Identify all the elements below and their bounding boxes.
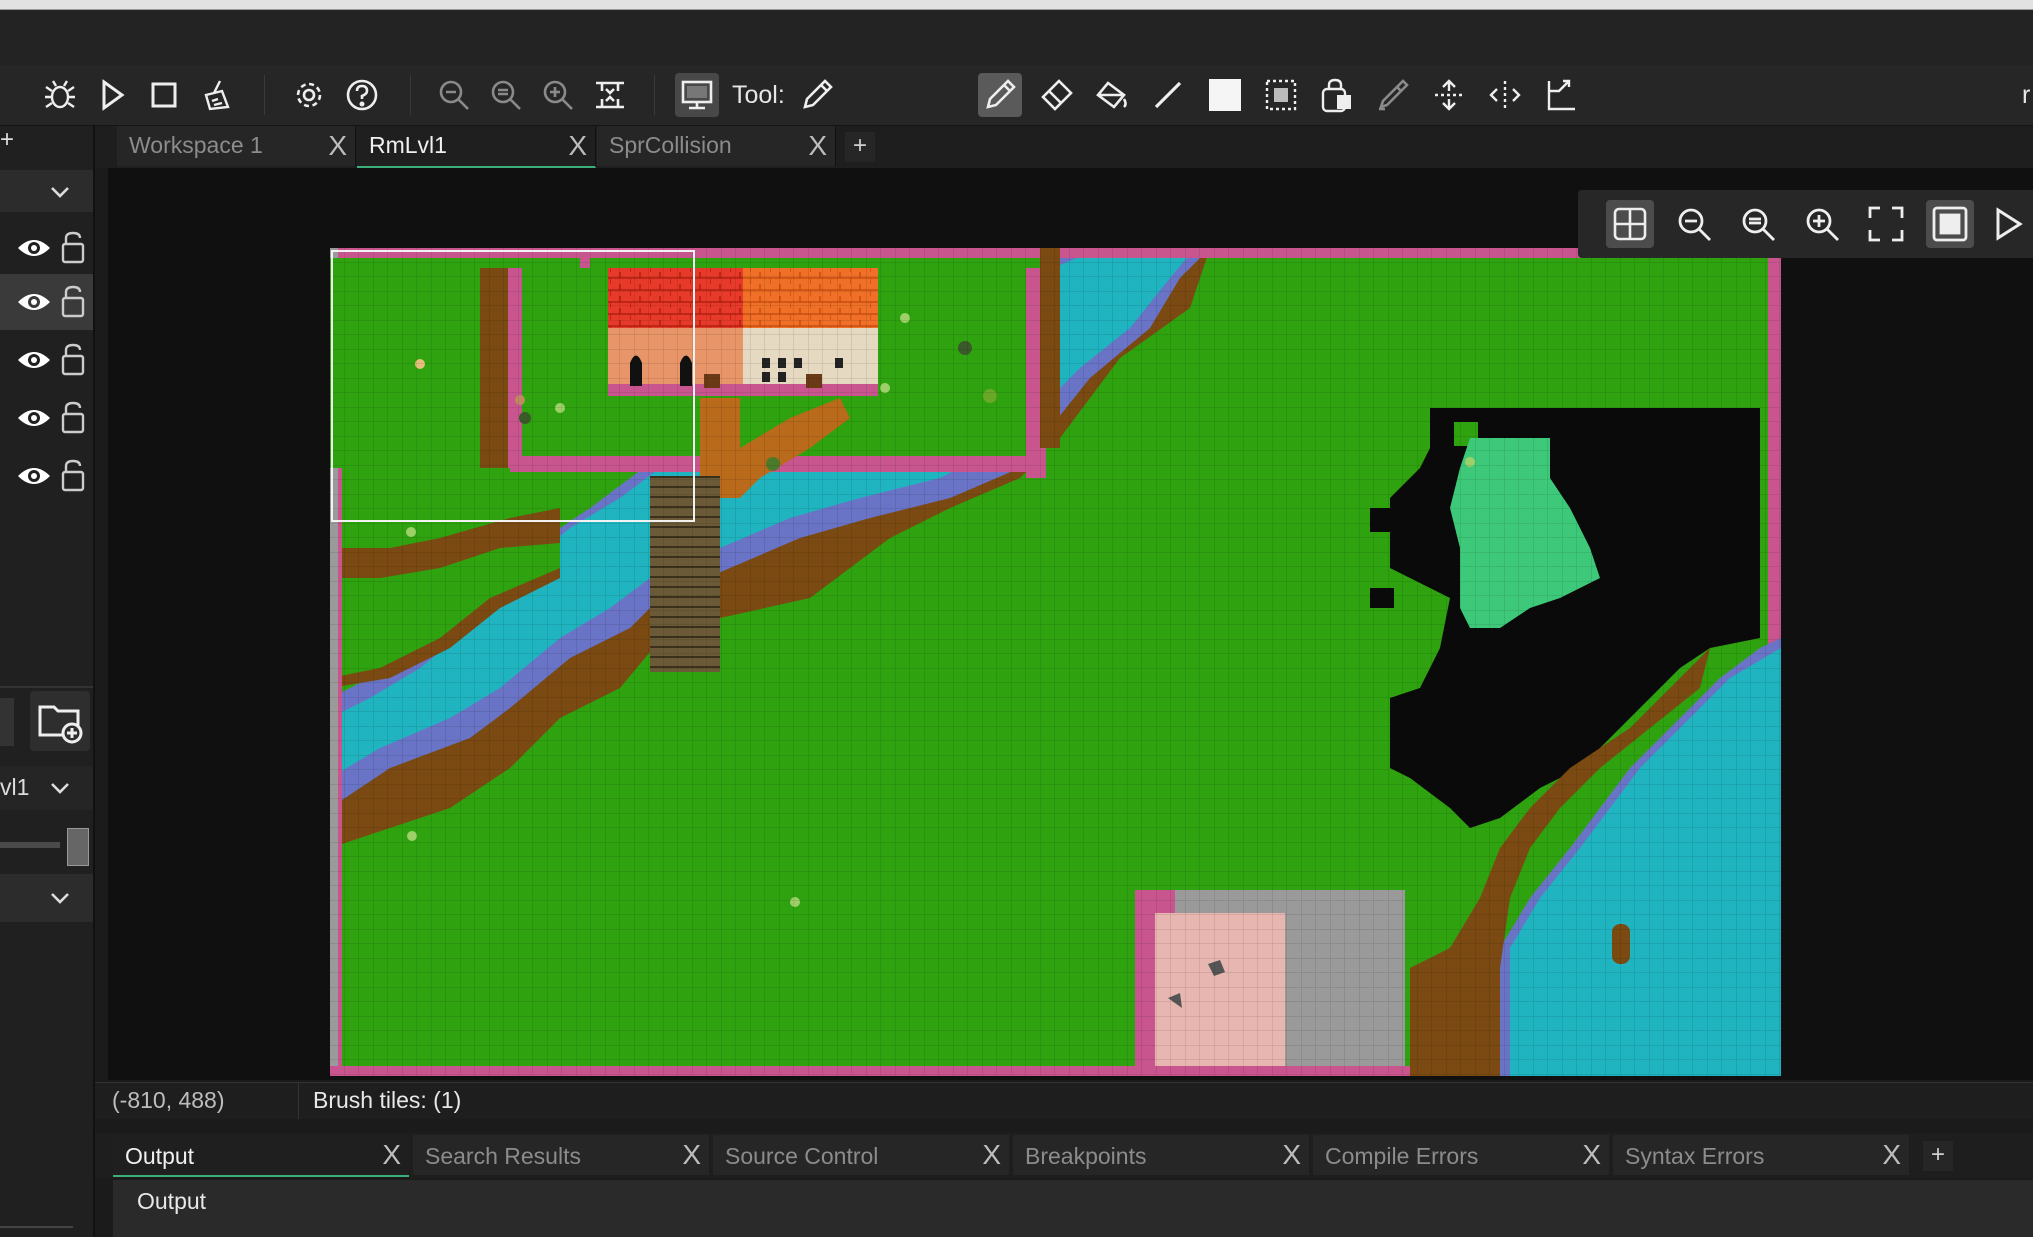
zoom-slider[interactable] [0,820,93,866]
add-button-partial[interactable] [0,698,14,746]
zoom-reset-icon[interactable] [484,73,528,117]
tab-workspace-1[interactable]: Workspace 1 X [117,126,356,166]
grid-icon[interactable] [1606,200,1654,248]
tab-close-button[interactable]: X [808,130,827,162]
debug-icon[interactable] [38,73,82,117]
tab-close-button[interactable]: X [1282,1139,1301,1171]
tab-output[interactable]: Output X [113,1135,409,1177]
tab-label: Source Control [725,1143,879,1169]
tab-rmlvl1[interactable]: RmLvl1 X [357,126,596,168]
zoom-reset-icon[interactable] [1734,200,1782,248]
tab-label: Search Results [425,1143,581,1169]
settings-icon[interactable] [287,73,331,117]
layer-row[interactable] [0,390,93,446]
stop-icon[interactable] [142,73,186,117]
status-bar: (-810, 488) Brush tiles: (1) [95,1082,2033,1119]
tab-label: Workspace 1 [129,132,263,158]
flip-horizontal-icon[interactable] [1483,73,1527,117]
add-layer-button[interactable]: + [0,126,16,170]
title-bar [0,0,2033,10]
screen-icon[interactable] [675,73,719,117]
slider-handle[interactable] [67,828,89,866]
layer-row[interactable] [0,448,93,504]
output-panel: Output [113,1180,2033,1237]
picker-icon[interactable] [1371,73,1415,117]
editor-tabs: Workspace 1 X RmLvl1 X SprCollision X + [95,126,2033,168]
tab-label: Syntax Errors [1625,1143,1765,1169]
layer-row[interactable] [0,332,93,388]
clean-icon[interactable] [194,73,238,117]
rotate-icon[interactable] [1539,73,1583,117]
tab-label: SprCollision [609,132,732,158]
tab-search-results[interactable]: Search Results X [413,1135,709,1175]
selection-rectangle [331,250,695,522]
tab-compile-errors[interactable]: Compile Errors X [1313,1135,1609,1175]
chevron-down-icon [51,893,69,904]
tab-source-control[interactable]: Source Control X [713,1135,1009,1175]
brush-info: Brush tiles: (1) [313,1087,462,1113]
tab-label: Output [125,1143,195,1169]
tab-label: RmLvl1 [369,132,447,158]
line-icon[interactable] [1146,73,1190,117]
select-icon[interactable] [1259,73,1303,117]
unlock-icon [61,231,85,264]
room-select[interactable]: vl1 [0,766,93,810]
fullscreen-icon[interactable] [1862,200,1910,248]
run-icon[interactable] [90,73,134,117]
main-toolbar: Tool: r [0,65,2033,126]
tab-close-button[interactable]: X [382,1139,401,1171]
chevron-down-icon [51,783,69,794]
tab-syntax-errors[interactable]: Syntax Errors X [1613,1135,1909,1175]
fit-icon[interactable] [588,73,632,117]
tab-sprcollision[interactable]: SprCollision X [597,126,836,166]
visibility-eye-icon [18,240,50,256]
flip-vertical-icon[interactable] [1427,73,1471,117]
fill-icon[interactable] [1090,73,1134,117]
tab-label: Compile Errors [1325,1143,1479,1169]
add-folder-button[interactable] [30,691,90,751]
tab-close-button[interactable]: X [328,130,347,162]
toolbar-overflow-text: r [2022,81,2031,109]
layer-row[interactable] [0,220,93,276]
zoom-out-icon[interactable] [1670,200,1718,248]
layer-row-selected[interactable] [0,274,93,330]
play-icon[interactable] [1988,200,2028,248]
tab-close-button[interactable]: X [568,130,587,162]
tab-close-button[interactable]: X [1582,1139,1601,1171]
tool-label: Tool: [732,81,785,109]
properties-header[interactable] [0,874,93,922]
layers-panel: + vl1 [0,126,95,1237]
rectangle-icon[interactable] [1203,73,1247,117]
frame-icon[interactable] [1926,200,1974,248]
eraser-icon[interactable] [1035,73,1079,117]
add-tab-button[interactable]: + [845,132,875,162]
help-icon[interactable] [340,73,384,117]
output-tabs: Output X Search Results X Source Control… [95,1133,2033,1178]
menu-strip [0,10,2033,65]
tab-close-button[interactable]: X [682,1139,701,1171]
zoom-out-icon[interactable] [432,73,476,117]
tab-label: Breakpoints [1025,1143,1147,1169]
room-select-value: vl1 [0,774,30,800]
tab-close-button[interactable]: X [1882,1139,1901,1171]
add-output-tab-button[interactable]: + [1923,1141,1953,1171]
layers-header[interactable] [0,170,93,212]
current-tool-pencil-icon[interactable] [795,73,839,117]
folder-add-icon [38,705,83,744]
zoom-in-icon[interactable] [1798,200,1846,248]
tab-close-button[interactable]: X [982,1139,1001,1171]
room-view-toolbar [1578,190,2033,258]
output-title: Output [137,1188,207,1214]
cursor-coordinates: (-810, 488) [112,1087,225,1113]
tab-breakpoints[interactable]: Breakpoints X [1013,1135,1309,1175]
pencil-icon[interactable] [978,73,1022,117]
zoom-in-icon[interactable] [536,73,580,117]
inherit-icon[interactable] [1315,73,1359,117]
